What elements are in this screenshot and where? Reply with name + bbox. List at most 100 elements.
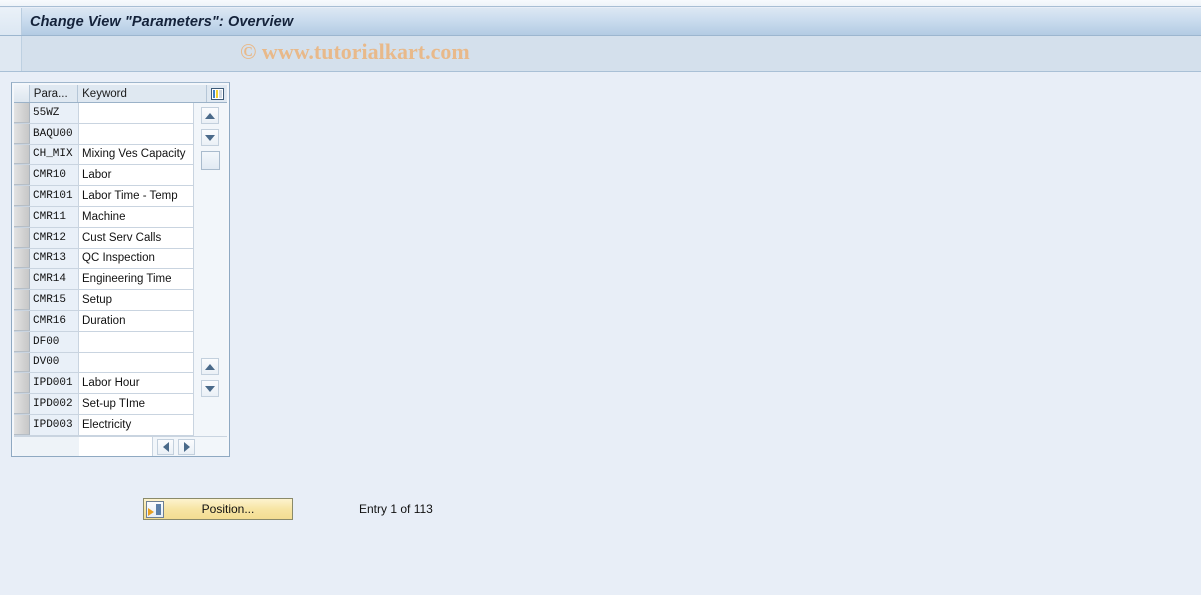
table-row[interactable]: DV00 [14,352,195,374]
cell-keyword[interactable]: Mixing Ves Capacity [79,144,194,165]
table-row[interactable]: IPD001 Labor Hour [14,373,195,395]
cell-keyword[interactable]: Engineering Time [79,269,194,290]
scroll-page-down-button[interactable] [201,380,219,397]
scroll-down-icon [205,134,215,141]
table-vertical-scrollbar[interactable] [193,103,227,436]
row-select-button[interactable] [14,414,30,435]
cell-parameter[interactable]: IPD003 [30,414,79,435]
page-title: Change View "Parameters": Overview [30,13,294,30]
table-row[interactable]: CH_MIX Mixing Ves Capacity [14,144,195,166]
row-select-button[interactable] [14,352,30,373]
scroll-right-button[interactable] [178,438,195,455]
cell-keyword[interactable] [79,103,194,123]
scroll-up-icon [205,363,215,370]
table-body: 55WZ BAQU00 CH_MIX Mixing Ves Capacity CMR10… [14,103,227,436]
row-select-button[interactable] [14,186,30,206]
scroll-left-icon [162,441,169,452]
table-row[interactable]: IPD003 Electricity [14,414,195,436]
scroll-right-icon [183,441,190,452]
position-button[interactable]: Position... [143,498,293,520]
table-row[interactable]: CMR12 Cust Serv Calls [14,227,195,249]
table-row[interactable]: CMR13 QC Inspection [14,248,195,270]
cell-parameter[interactable]: DV00 [30,352,79,373]
table-select-all-corner[interactable] [14,85,30,102]
window-top-strip [0,0,1201,7]
parameters-table: Para... Keyword 55WZ BAQU00 CH_MIX Mixing V… [11,82,230,457]
cell-parameter[interactable]: CMR10 [30,165,79,186]
row-select-button[interactable] [14,290,30,310]
row-select-button[interactable] [14,269,30,290]
cell-keyword[interactable]: Labor [79,165,194,186]
cell-keyword[interactable]: Set-up TIme [79,394,194,414]
row-select-button[interactable] [14,165,30,186]
cell-keyword[interactable]: Cust Serv Calls [79,227,194,248]
row-select-button[interactable] [14,144,30,165]
column-header-keyword[interactable]: Keyword [78,85,208,102]
table-row[interactable]: DF00 [14,331,195,353]
cell-keyword[interactable]: Duration [79,310,194,331]
cell-keyword[interactable]: Electricity [79,414,194,435]
row-select-button[interactable] [14,310,30,331]
table-settings-icon [210,87,224,100]
cell-parameter[interactable]: CH_MIX [30,144,79,165]
cell-parameter[interactable]: CMR101 [30,186,79,206]
cell-parameter[interactable]: CMR12 [30,227,79,248]
cell-parameter[interactable]: CMR11 [30,206,79,227]
cell-parameter[interactable]: CMR15 [30,290,79,310]
cell-parameter[interactable]: IPD002 [30,394,79,414]
row-select-button[interactable] [14,394,30,414]
scroll-page-up-button[interactable] [201,358,219,375]
column-header-parameter[interactable]: Para... [29,85,79,102]
cell-keyword[interactable] [79,352,194,373]
row-select-button[interactable] [14,123,30,144]
table-row[interactable]: 55WZ [14,103,195,124]
table-footer-field [79,437,153,456]
row-select-button[interactable] [14,103,30,123]
table-footer-row [14,436,227,456]
main-content-area: Para... Keyword 55WZ BAQU00 CH_MIX Mixing V… [0,73,1201,595]
cell-parameter[interactable]: DF00 [30,331,79,352]
table-row[interactable]: CMR16 Duration [14,310,195,332]
row-select-button[interactable] [14,227,30,248]
cell-keyword[interactable]: Labor Hour [79,373,194,394]
table-row[interactable]: CMR15 Setup [14,290,195,311]
table-rows-container: 55WZ BAQU00 CH_MIX Mixing Ves Capacity CMR10… [14,103,195,436]
scroll-down-button[interactable] [201,129,219,146]
scrollbar-thumb[interactable] [201,151,220,170]
scroll-up-button[interactable] [201,107,219,124]
cell-parameter[interactable]: 55WZ [30,103,79,123]
title-bar-gutter [0,8,22,35]
table-row[interactable]: CMR14 Engineering Time [14,269,195,291]
cell-keyword[interactable] [79,123,194,144]
table-settings-button[interactable] [207,85,227,102]
table-header-row: Para... Keyword [14,85,227,103]
table-row[interactable]: IPD002 Set-up TIme [14,394,195,415]
window-title-bar: Change View "Parameters": Overview [0,8,1201,36]
toolbar-band [0,36,1201,72]
cell-parameter[interactable]: CMR13 [30,248,79,269]
cell-parameter[interactable]: CMR16 [30,310,79,331]
row-select-button[interactable] [14,331,30,352]
table-row[interactable]: BAQU00 [14,123,195,145]
table-row[interactable]: CMR11 Machine [14,206,195,228]
row-select-button[interactable] [14,206,30,227]
row-select-button[interactable] [14,248,30,269]
toolbar-gutter [0,36,22,71]
cell-keyword[interactable]: QC Inspection [79,248,194,269]
table-footer-spacer [14,437,79,456]
cell-parameter[interactable]: BAQU00 [30,123,79,144]
cell-keyword[interactable]: Labor Time - Temp [79,186,194,206]
position-button-label: Position... [201,502,255,516]
cell-keyword[interactable]: Setup [79,290,194,310]
table-row[interactable]: CMR101 Labor Time - Temp [14,186,195,207]
cell-parameter[interactable]: IPD001 [30,373,79,394]
cell-keyword[interactable] [79,331,194,352]
row-select-button[interactable] [14,373,30,394]
table-row[interactable]: CMR10 Labor [14,165,195,187]
cell-parameter[interactable]: CMR14 [30,269,79,290]
scroll-up-icon [205,112,215,119]
scroll-down-icon [205,385,215,392]
cell-keyword[interactable]: Machine [79,206,194,227]
scroll-left-button[interactable] [157,438,174,455]
parameters-table-inner: Para... Keyword 55WZ BAQU00 CH_MIX Mixing V… [12,83,229,456]
